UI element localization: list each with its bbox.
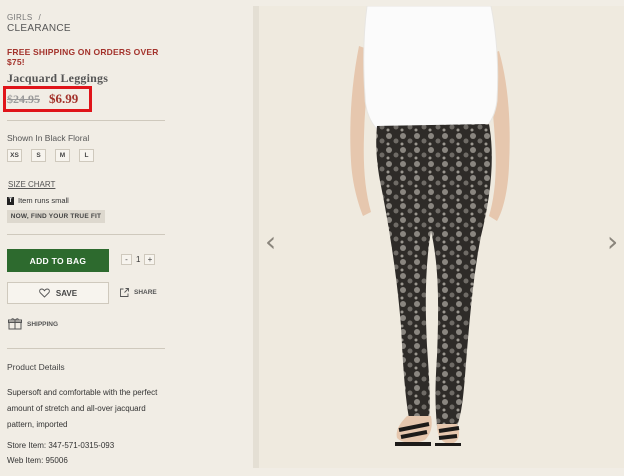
quantity-stepper: - 1 +	[121, 254, 156, 265]
size-chart-link[interactable]: SIZE CHART	[8, 180, 55, 189]
store-item-number: Store Item: 347-571-0315-093	[7, 441, 115, 450]
quantity-increase-button[interactable]: +	[144, 254, 156, 265]
original-price: $24.95	[7, 92, 40, 106]
share-button[interactable]: SHARE	[119, 287, 157, 298]
size-option-s[interactable]: S	[31, 149, 46, 162]
info-icon: T	[7, 196, 14, 205]
previous-image-arrow[interactable]: ‹	[265, 228, 276, 256]
size-option-l[interactable]: L	[79, 149, 94, 162]
fit-note: T Item runs small	[7, 196, 69, 205]
breadcrumb-separator: /	[38, 13, 42, 22]
size-option-m[interactable]: M	[55, 149, 70, 162]
shipping-label: SHIPPING	[27, 320, 59, 328]
divider	[7, 234, 165, 235]
web-item-number: Web Item: 95006	[7, 456, 68, 465]
product-details-heading: Product Details	[7, 362, 65, 372]
color-label: Shown In Black Floral	[7, 133, 90, 143]
product-description: Supersoft and comfortable with the perfe…	[7, 388, 158, 429]
heart-icon	[39, 288, 50, 298]
quantity-decrease-button[interactable]: -	[121, 254, 132, 265]
true-fit-button[interactable]: NOW, FIND YOUR TRUE FIT	[7, 210, 105, 223]
product-info-panel: GIRLS / CLEARANCE FREE SHIPPING ON ORDERS…	[0, 0, 170, 476]
save-label: SAVE	[55, 288, 78, 298]
sale-price: $6.99	[49, 91, 79, 106]
free-shipping-promo: FREE SHIPPING ON ORDERS OVER $75!	[7, 47, 159, 67]
breadcrumb-current-link[interactable]: CLEARANCE	[7, 23, 71, 34]
share-label: SHARE	[134, 289, 157, 296]
model-leggings-photo	[259, 6, 624, 468]
share-icon	[120, 288, 129, 297]
product-title: Jacquard Leggings	[7, 71, 109, 85]
product-image: ‹ ›	[259, 6, 624, 468]
breadcrumb: GIRLS /	[7, 13, 41, 22]
breadcrumb-parent-link[interactable]: GIRLS	[7, 13, 33, 22]
size-selector: XS S M L	[7, 149, 94, 162]
gift-box-icon	[8, 318, 22, 330]
next-image-arrow[interactable]: ›	[607, 228, 618, 256]
save-button[interactable]: SAVE	[7, 282, 109, 304]
divider	[7, 120, 165, 121]
add-to-bag-button[interactable]: ADD TO BAG	[7, 249, 109, 272]
quantity-value[interactable]: 1	[136, 255, 140, 264]
divider	[7, 348, 165, 349]
fit-note-text: Item runs small	[18, 196, 69, 205]
shipping-info-button[interactable]: SHIPPING	[8, 318, 58, 330]
size-option-xs[interactable]: XS	[7, 149, 22, 162]
